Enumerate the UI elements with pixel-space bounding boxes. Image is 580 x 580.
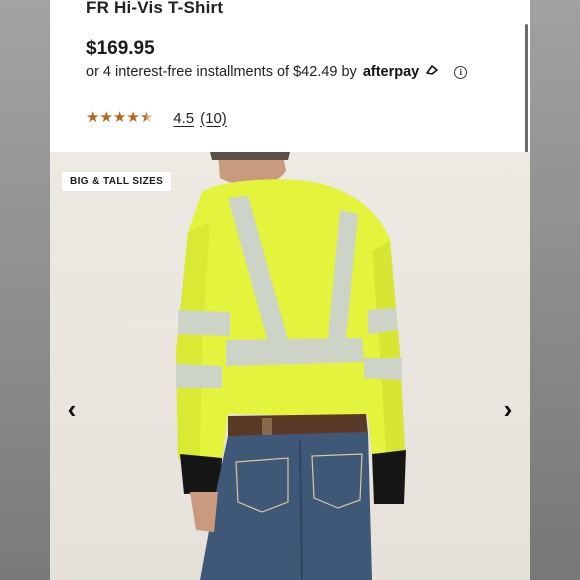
star-icon: ★ bbox=[99, 109, 113, 126]
big-and-tall-badge: BIG & TALL SIZES bbox=[62, 172, 172, 191]
installments-line: or 4 interest-free installments of $42.4… bbox=[86, 64, 468, 80]
background-right bbox=[530, 0, 580, 580]
product-image-gallery[interactable]: BIG & TALL SIZES ‹ › bbox=[50, 152, 530, 580]
scrollbar[interactable] bbox=[525, 24, 528, 164]
review-count[interactable]: (10) bbox=[200, 110, 227, 127]
rating-stars: ★ ★ ★ ★ ★ bbox=[86, 109, 153, 127]
background-left bbox=[0, 0, 50, 580]
product-page: FR Hi-Vis T-Shirt $169.95 or 4 interest-… bbox=[50, 0, 530, 580]
product-title: FR Hi-Vis T-Shirt bbox=[86, 0, 224, 17]
chevron-left-icon[interactable]: ‹ bbox=[60, 396, 84, 422]
star-icon: ★ bbox=[126, 109, 140, 126]
star-half-icon: ★ bbox=[139, 109, 154, 126]
star-icon: ★ bbox=[112, 109, 127, 126]
afterpay-logo[interactable]: afterpay bbox=[363, 64, 419, 80]
product-info: FR Hi-Vis T-Shirt $169.95 or 4 interest-… bbox=[50, 0, 530, 152]
info-icon[interactable]: i bbox=[454, 65, 468, 79]
product-price: $169.95 bbox=[86, 38, 155, 59]
chevron-right-icon[interactable]: › bbox=[496, 396, 520, 422]
rating-value[interactable]: 4.5 bbox=[173, 110, 194, 127]
star-icon: ★ bbox=[86, 109, 100, 126]
product-photo bbox=[176, 152, 406, 580]
afterpay-loop-icon bbox=[424, 64, 440, 80]
installments-text: or 4 interest-free installments of $42.4… bbox=[86, 64, 357, 80]
rating[interactable]: ★ ★ ★ ★ ★ 4.5 (10) bbox=[86, 109, 227, 127]
